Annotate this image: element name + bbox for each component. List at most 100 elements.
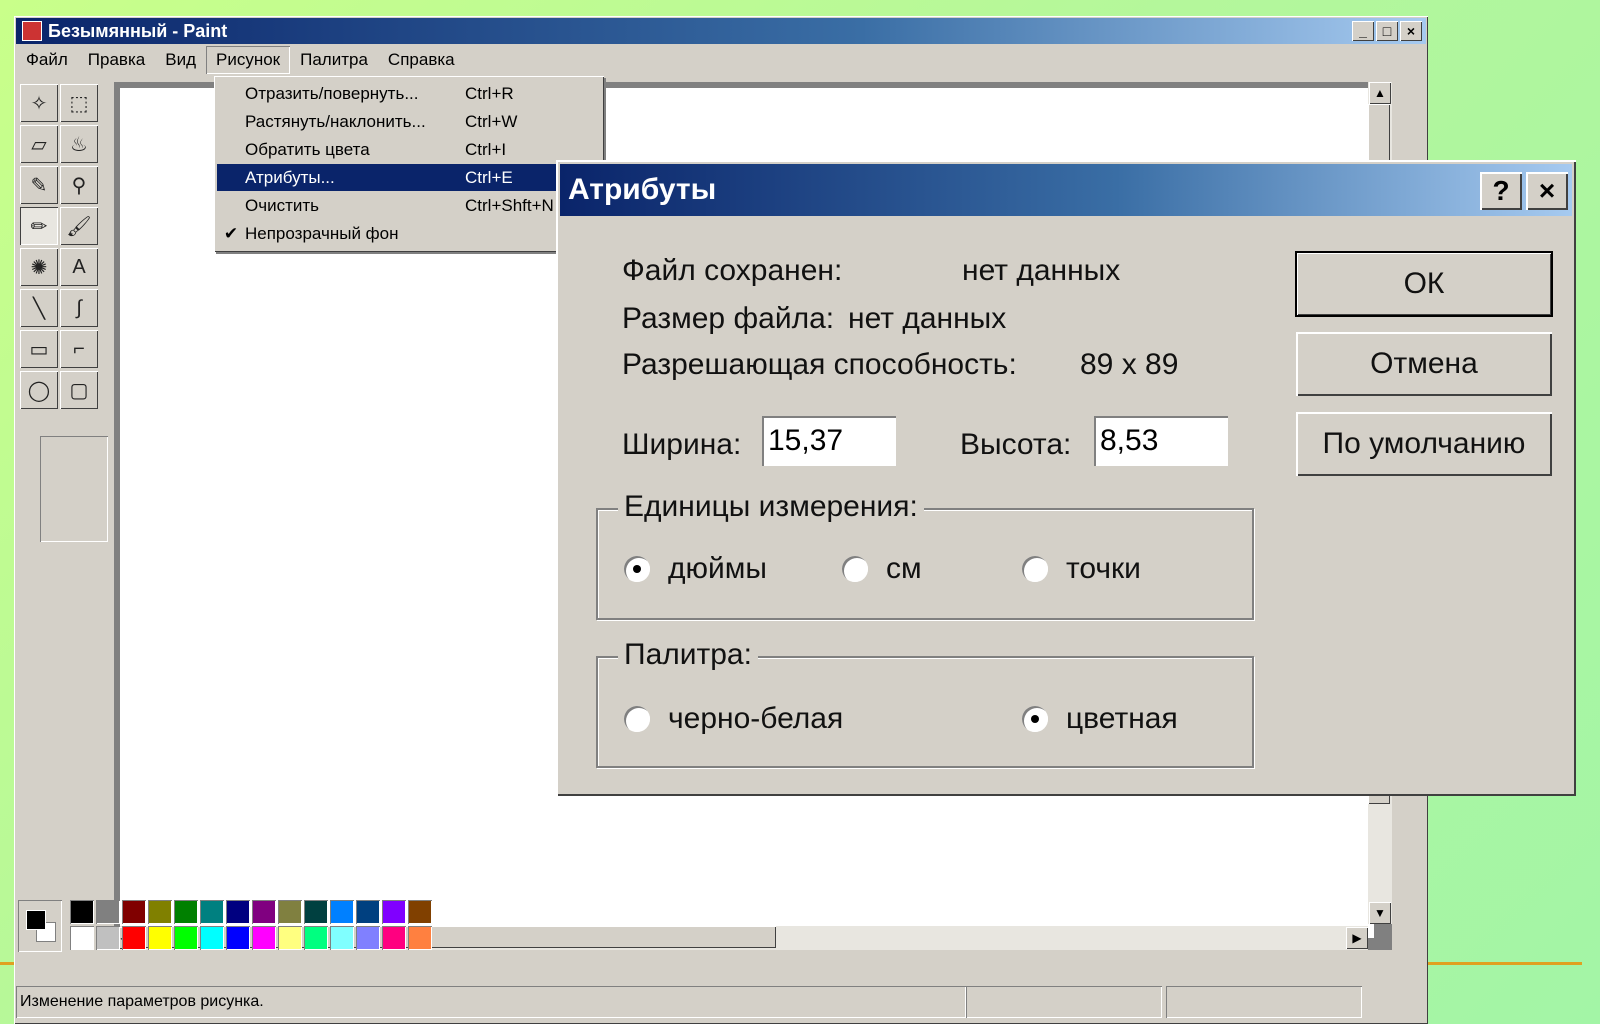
menu-item[interactable]: Атрибуты... Ctrl+E xyxy=(217,164,601,191)
line-icon[interactable]: ╲ xyxy=(20,289,58,327)
menu-item-label: Очистить xyxy=(245,195,320,215)
palette-swatch[interactable] xyxy=(408,926,432,950)
palette-swatch[interactable] xyxy=(226,900,250,924)
palette-swatch[interactable] xyxy=(252,900,276,924)
menu-item[interactable]: Отразить/повернуть... Ctrl+R xyxy=(217,80,601,107)
palette-swatch[interactable] xyxy=(356,926,380,950)
palette-swatch[interactable] xyxy=(122,900,146,924)
palette-color-radio[interactable]: цветная xyxy=(1022,702,1178,736)
palette-group: Палитра: черно-белая цветная xyxy=(596,638,1254,768)
rectangle-icon[interactable]: ▭ xyxy=(20,330,58,368)
resolution-value: 89 x 89 xyxy=(1080,348,1179,381)
file-saved-value: нет данных xyxy=(962,254,1121,287)
menu-item-label: Растянуть/наклонить... xyxy=(245,111,426,131)
palette-swatch[interactable] xyxy=(252,926,276,950)
dialog-close-button[interactable]: × xyxy=(1526,172,1568,210)
menu-edit[interactable]: Правка xyxy=(78,46,155,74)
tool-options-panel[interactable] xyxy=(40,436,108,542)
color-picker-icon[interactable]: ✎ xyxy=(20,166,58,204)
palette-swatch[interactable] xyxy=(382,900,406,924)
menu-item-shortcut: Ctrl+Shft+N xyxy=(465,195,554,215)
menu-item[interactable]: Обратить цвета Ctrl+I xyxy=(217,136,601,163)
units-inches-radio[interactable]: дюймы xyxy=(624,552,767,586)
palette-swatch[interactable] xyxy=(304,900,328,924)
palette-swatch[interactable] xyxy=(174,900,198,924)
palette-swatch[interactable] xyxy=(226,926,250,950)
maximize-button[interactable]: □ xyxy=(1376,21,1398,41)
palette-swatch[interactable] xyxy=(278,926,302,950)
palette-swatch[interactable] xyxy=(174,926,198,950)
palette-swatch[interactable] xyxy=(330,926,354,950)
menu-item-label: Обратить цвета xyxy=(245,139,370,159)
palette-swatch[interactable] xyxy=(330,900,354,924)
polygon-icon[interactable]: ⌐ xyxy=(60,330,98,368)
palette-swatch[interactable] xyxy=(304,926,328,950)
palette-swatch[interactable] xyxy=(382,926,406,950)
scroll-down-icon[interactable]: ▼ xyxy=(1369,902,1391,924)
paint-app-icon xyxy=(22,21,42,41)
height-input[interactable]: 8,53 xyxy=(1094,416,1228,466)
menu-view[interactable]: Вид xyxy=(155,46,206,74)
radio-icon xyxy=(624,556,650,582)
palette-swatch[interactable] xyxy=(96,900,120,924)
radio-icon xyxy=(1022,706,1048,732)
minimize-button[interactable]: _ xyxy=(1352,21,1374,41)
palette-swatch[interactable] xyxy=(200,926,224,950)
menu-item-shortcut: Ctrl+E xyxy=(465,167,513,187)
rect-select-icon[interactable]: ⬚ xyxy=(60,84,98,122)
status-cell-size xyxy=(1166,986,1362,1018)
attributes-dialog: Атрибуты ? × Файл сохранен: нет данных Р… xyxy=(556,160,1576,796)
scroll-right-icon[interactable]: ▶ xyxy=(1346,927,1368,949)
fill-bucket-icon[interactable]: ♨ xyxy=(60,125,98,163)
palette-swatch[interactable] xyxy=(148,900,172,924)
brush-icon[interactable]: 🖌 xyxy=(60,207,98,245)
status-cell-position xyxy=(966,986,1162,1018)
close-button[interactable]: × xyxy=(1400,21,1422,41)
dialog-title: Атрибуты xyxy=(568,173,717,206)
eraser-icon[interactable]: ▱ xyxy=(20,125,58,163)
palette-swatch[interactable] xyxy=(278,900,302,924)
width-input[interactable]: 15,37 xyxy=(762,416,896,466)
menu-item-label: Атрибуты... xyxy=(245,167,335,187)
pencil-icon[interactable]: ✏ xyxy=(20,207,58,245)
image-menu-dropdown: Отразить/повернуть... Ctrl+R Растянуть/нак… xyxy=(214,76,604,252)
palette-swatch[interactable] xyxy=(200,900,224,924)
airbrush-icon[interactable]: ✺ xyxy=(20,248,58,286)
menu-item[interactable]: Очистить Ctrl+Shft+N xyxy=(217,192,601,219)
cancel-button[interactable]: Отмена xyxy=(1296,332,1552,396)
palette-bw-radio[interactable]: черно-белая xyxy=(624,702,843,736)
default-button[interactable]: По умолчанию xyxy=(1296,412,1552,476)
palette-swatch[interactable] xyxy=(148,926,172,950)
magnifier-icon[interactable]: ⚲ xyxy=(60,166,98,204)
current-colors[interactable] xyxy=(18,900,62,952)
ellipse-icon[interactable]: ◯ xyxy=(20,371,58,409)
palette-swatch[interactable] xyxy=(356,900,380,924)
menu-item[interactable]: Растянуть/наклонить... Ctrl+W xyxy=(217,108,601,135)
curve-icon[interactable]: ∫ xyxy=(60,289,98,327)
menu-colors[interactable]: Палитра xyxy=(290,46,378,74)
scroll-up-icon[interactable]: ▲ xyxy=(1369,82,1391,104)
radio-icon xyxy=(1022,556,1048,582)
menu-file[interactable]: Файл xyxy=(16,46,78,74)
menu-image[interactable]: Рисунок xyxy=(206,46,290,74)
palette-swatch[interactable] xyxy=(70,900,94,924)
units-group-label: Единицы измерения: xyxy=(618,490,924,524)
menu-item-shortcut: Ctrl+I xyxy=(465,139,507,159)
text-icon[interactable]: A xyxy=(60,248,98,286)
width-label: Ширина: xyxy=(622,428,742,461)
palette-swatch[interactable] xyxy=(96,926,120,950)
palette-swatch[interactable] xyxy=(408,900,432,924)
units-group: Единицы измерения: дюймы см точки xyxy=(596,490,1254,620)
menu-help[interactable]: Справка xyxy=(378,46,465,74)
menu-item[interactable]: ✔ Непрозрачный фон xyxy=(217,220,601,247)
ok-button[interactable]: ОК xyxy=(1295,251,1553,317)
units-cm-radio[interactable]: см xyxy=(842,552,922,586)
rounded-rect-icon[interactable]: ▢ xyxy=(60,371,98,409)
units-points-label: точки xyxy=(1066,552,1141,585)
free-select-icon[interactable]: ✧ xyxy=(20,84,58,122)
palette-swatch[interactable] xyxy=(70,926,94,950)
palette-swatch[interactable] xyxy=(122,926,146,950)
radio-icon xyxy=(624,706,650,732)
units-points-radio[interactable]: точки xyxy=(1022,552,1141,586)
dialog-help-button[interactable]: ? xyxy=(1480,172,1522,210)
